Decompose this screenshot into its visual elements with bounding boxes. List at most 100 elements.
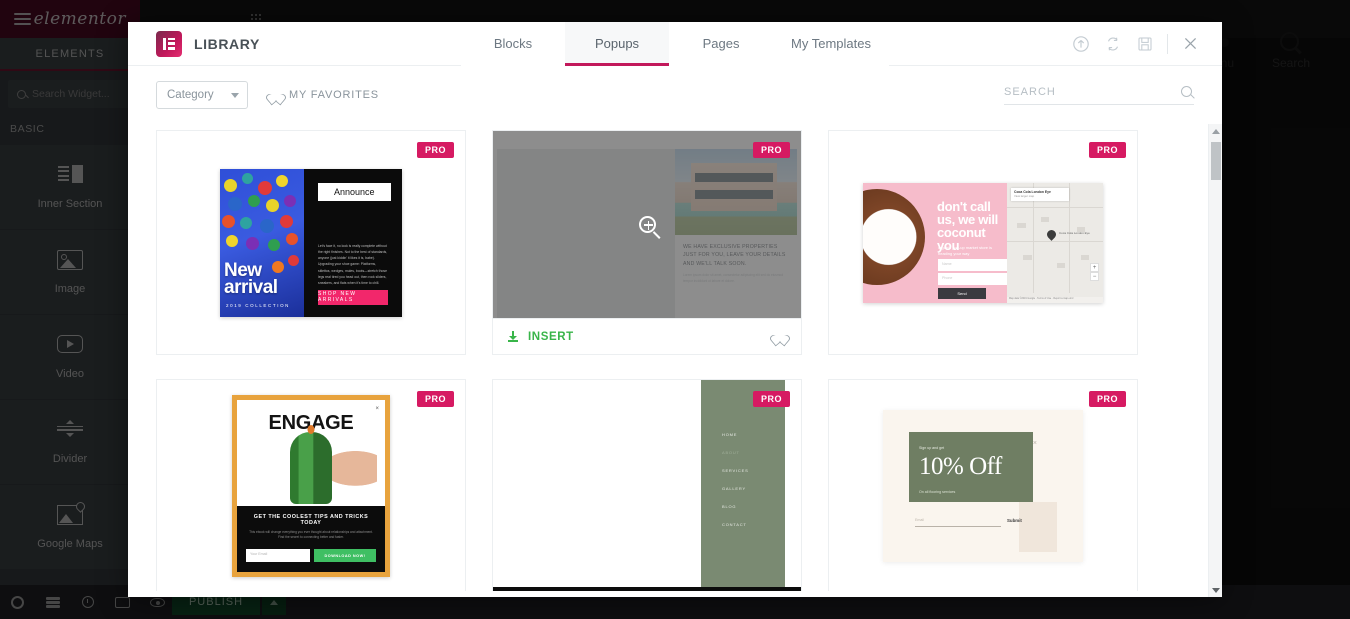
engage-subheadline: GET THE COOLEST TIPS AND TRICKS TODAY	[253, 513, 369, 526]
template-card-engage[interactable]: PRO × ENGAGE GET THE COOLEST TIPS AND TR…	[156, 379, 466, 591]
card-hover-overlay[interactable]	[493, 131, 801, 318]
template-card-coconut[interactable]: PRO don't call us, we will coconut you o…	[828, 130, 1138, 355]
insert-button[interactable]: INSERT	[528, 331, 574, 343]
template-grid: PRO New arrival 2019 COLLECTION Announce…	[128, 124, 1222, 597]
pro-badge: PRO	[1088, 142, 1126, 158]
template-card-new-arrival[interactable]: PRO New arrival 2019 COLLECTION Announce…	[156, 130, 466, 355]
field-placeholder: Phone	[942, 275, 953, 280]
map-place-subtitle: View larger map	[1014, 193, 1035, 198]
tab-popups[interactable]: Popups	[565, 22, 670, 66]
offer-email-placeholder: Email	[915, 517, 924, 522]
elementor-logo-icon	[156, 30, 182, 57]
library-search[interactable]	[1004, 85, 1194, 105]
menu-item: ABOUT	[722, 450, 740, 455]
engage-form-area: GET THE COOLEST TIPS AND TRICKS TODAY Th…	[237, 505, 385, 572]
upload-template-icon[interactable]	[1065, 22, 1097, 66]
coconut-image	[863, 188, 925, 285]
sync-library-icon[interactable]	[1097, 22, 1129, 66]
arrival-content: Announce Let's face it, no look is reall…	[304, 168, 402, 317]
offer-eyebrow: Sign up and get	[919, 445, 945, 450]
category-select-value: Category	[167, 89, 214, 101]
tab-label: Popups	[594, 36, 640, 51]
tab-my-templates[interactable]: My Templates	[773, 22, 889, 66]
modal-header: LIBRARY Blocks Popups Pages My Templates	[128, 22, 1222, 66]
template-thumbnail: × ENGAGE GET THE COOLEST TIPS AND TRICKS…	[157, 380, 465, 591]
pro-badge: PRO	[416, 142, 454, 158]
arrival-headline: New arrival	[224, 261, 278, 299]
template-thumbnail: don't call us, we will coconut you organ…	[829, 131, 1137, 354]
menu-edge-strip	[785, 380, 801, 587]
scrollbar-thumb[interactable]	[1211, 142, 1221, 180]
offer-email-underline	[915, 525, 1001, 527]
pro-badge: PRO	[1088, 391, 1126, 407]
map-pin-label: Coca Cola London Eye	[1059, 230, 1090, 235]
search-icon	[1181, 86, 1192, 97]
field-placeholder: Name	[942, 261, 952, 266]
chevron-down-icon	[231, 92, 239, 98]
card-actions: INSERT	[493, 318, 801, 354]
category-select[interactable]: Category	[156, 81, 248, 109]
menu-item: CONTACT	[722, 522, 747, 527]
screen: Menu Search elementor ELEMENTS Search Wi…	[0, 0, 1350, 619]
favorite-heart-icon[interactable]	[774, 331, 786, 342]
arrival-cta-button: SHOP NEW ARRIVALS	[318, 289, 388, 305]
tab-blocks[interactable]: Blocks	[461, 22, 566, 66]
arrival-body-text: Let's face it, no look is really complet…	[318, 243, 388, 286]
download-arrow-icon	[508, 331, 518, 342]
offer-panel: Sign up and get 10% Off On all flooring …	[909, 431, 1033, 502]
search-input[interactable]	[1004, 85, 1154, 98]
map-place-card: Coca Cola London Eye View larger map	[1011, 187, 1069, 201]
map-footer: Map data ©2019 Google · Terms of Use · R…	[1007, 296, 1103, 303]
my-favorites-button[interactable]: MY FAVORITES	[270, 89, 379, 101]
field-placeholder: Your Email	[250, 552, 268, 557]
arrival-subline: 2019 COLLECTION	[226, 302, 291, 308]
template-thumbnail: New arrival 2019 COLLECTION Announce Let…	[157, 131, 465, 354]
save-template-icon[interactable]	[1129, 22, 1161, 66]
coconut-send-button: Send	[938, 287, 986, 299]
coconut-phone-field: Phone	[938, 272, 1007, 285]
engage-email-field: Your Email	[246, 549, 310, 563]
coconut-map: Coca Cola London Eye View larger map Coc…	[1007, 182, 1103, 303]
template-card-ten-percent-off[interactable]: PRO Sign up and get 10% Off On all floor…	[828, 379, 1138, 591]
modal-header-actions	[922, 22, 1222, 66]
template-card-slide-in-menu[interactable]: PRO HOME ABOUT SERVICES GALLERY BLOG CON…	[492, 379, 802, 591]
library-tabs: Blocks Popups Pages My Templates	[428, 22, 922, 66]
menu-item: SERVICES	[722, 468, 749, 473]
menu-items: HOME ABOUT SERVICES GALLERY BLOG CONTACT	[722, 432, 749, 527]
announce-chip: Announce	[318, 182, 391, 201]
template-thumbnail: HOME ABOUT SERVICES GALLERY BLOG CONTACT	[493, 380, 801, 591]
library-scrollbar[interactable]	[1208, 124, 1222, 597]
tab-label: Pages	[702, 36, 740, 51]
cactus-image	[290, 431, 332, 504]
pro-badge: PRO	[752, 142, 790, 158]
menu-item: GALLERY	[722, 486, 746, 491]
map-roads-decoration	[1007, 182, 1103, 303]
engage-body-text: This ebook will change everything you ev…	[249, 529, 373, 539]
menu-item: BLOG	[722, 504, 737, 509]
header-divider	[1167, 33, 1168, 54]
scroll-up-arrow-icon[interactable]	[1209, 124, 1222, 138]
close-modal-icon[interactable]	[1174, 22, 1206, 66]
menu-item: HOME	[722, 432, 738, 437]
zoom-in-magnifier-icon[interactable]	[638, 216, 656, 233]
template-card-exclusive-properties[interactable]: PRO × WE HAVE EXCLUSIVE PROPERTIES JUST …	[492, 130, 802, 355]
coconut-name-field: Name	[938, 258, 1007, 271]
tab-pages[interactable]: Pages	[669, 22, 774, 66]
pro-badge: PRO	[416, 391, 454, 407]
headline-line-2: arrival	[224, 277, 278, 299]
offer-submit-button: Submit	[1007, 517, 1022, 523]
my-favorites-label: MY FAVORITES	[289, 89, 379, 101]
modal-title: LIBRARY	[194, 35, 260, 52]
offer-side-strip	[1019, 501, 1057, 552]
slide-in-menu-panel: HOME ABOUT SERVICES GALLERY BLOG CONTACT	[701, 380, 785, 587]
pro-badge: PRO	[752, 391, 790, 407]
heart-outline-icon	[270, 90, 282, 101]
coconut-subtext: organic pop-up market store is heading y…	[938, 244, 993, 257]
library-toolbar: Category MY FAVORITES	[128, 66, 1222, 124]
offer-subtext: On all flooring services	[919, 489, 956, 494]
close-icon: ×	[1032, 439, 1037, 447]
modal-brand: LIBRARY	[128, 30, 428, 57]
template-grid-scroll: PRO New arrival 2019 COLLECTION Announce…	[128, 124, 1222, 597]
scroll-down-arrow-icon[interactable]	[1209, 583, 1222, 597]
tab-label: Blocks	[493, 36, 533, 51]
